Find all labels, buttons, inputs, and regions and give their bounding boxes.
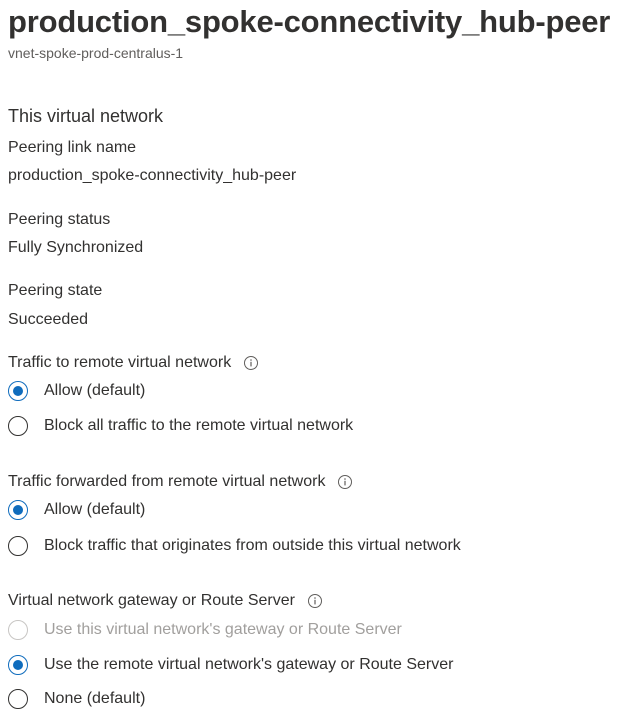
gateway-use-this-radio: Use this virtual network's gateway or Ro… bbox=[8, 618, 402, 642]
radio-label: Block all traffic to the remote virtual … bbox=[44, 417, 354, 434]
traffic-to-remote-label: Traffic to remote virtual network bbox=[8, 354, 232, 371]
peering-link-name-value: production_spoke-connectivity_hub-peer bbox=[8, 167, 297, 184]
traffic-to-remote-label-row: Traffic to remote virtual network bbox=[8, 352, 259, 374]
page-title: production_spoke-connectivity_hub-peer bbox=[8, 4, 611, 39]
radio-label: None (default) bbox=[44, 690, 146, 707]
gateway-label: Virtual network gateway or Route Server bbox=[8, 592, 295, 609]
info-icon[interactable] bbox=[337, 474, 353, 490]
radio-circle[interactable] bbox=[8, 416, 28, 436]
radio-label: Use this virtual network's gateway or Ro… bbox=[44, 621, 402, 638]
traffic-to-remote-allow-radio[interactable]: Allow (default) bbox=[8, 379, 145, 403]
gateway-label-row: Virtual network gateway or Route Server bbox=[8, 590, 323, 612]
radio-circle[interactable] bbox=[8, 381, 28, 401]
peering-status-label: Peering status bbox=[8, 211, 111, 228]
traffic-forwarded-label-row: Traffic forwarded from remote virtual ne… bbox=[8, 471, 353, 493]
peering-link-name-label: Peering link name bbox=[8, 139, 137, 156]
radio-circle[interactable] bbox=[8, 536, 28, 556]
peering-state-value: Succeeded bbox=[8, 311, 89, 328]
traffic-to-remote-block-radio[interactable]: Block all traffic to the remote virtual … bbox=[8, 414, 353, 438]
radio-label: Block traffic that originates from outsi… bbox=[44, 537, 461, 554]
radio-circle[interactable] bbox=[8, 689, 28, 709]
peering-state-label: Peering state bbox=[8, 282, 103, 299]
radio-label: Allow (default) bbox=[44, 501, 146, 518]
radio-circle[interactable] bbox=[8, 655, 28, 675]
info-icon[interactable] bbox=[307, 593, 323, 609]
peering-status-value: Fully Synchronized bbox=[8, 239, 144, 256]
gateway-use-remote-radio[interactable]: Use the remote virtual network's gateway… bbox=[8, 653, 453, 677]
section-heading: This virtual network bbox=[8, 106, 164, 126]
radio-circle[interactable] bbox=[8, 500, 28, 520]
traffic-forwarded-block-radio[interactable]: Block traffic that originates from outsi… bbox=[8, 534, 461, 558]
radio-circle bbox=[8, 620, 28, 640]
info-icon[interactable] bbox=[243, 355, 259, 371]
radio-label: Allow (default) bbox=[44, 382, 146, 399]
gateway-none-radio[interactable]: None (default) bbox=[8, 687, 145, 711]
traffic-forwarded-label: Traffic forwarded from remote virtual ne… bbox=[8, 473, 326, 490]
page-subtitle: vnet-spoke-prod-centralus-1 bbox=[8, 45, 184, 61]
traffic-forwarded-allow-radio[interactable]: Allow (default) bbox=[8, 498, 145, 522]
radio-label: Use the remote virtual network's gateway… bbox=[44, 656, 454, 673]
